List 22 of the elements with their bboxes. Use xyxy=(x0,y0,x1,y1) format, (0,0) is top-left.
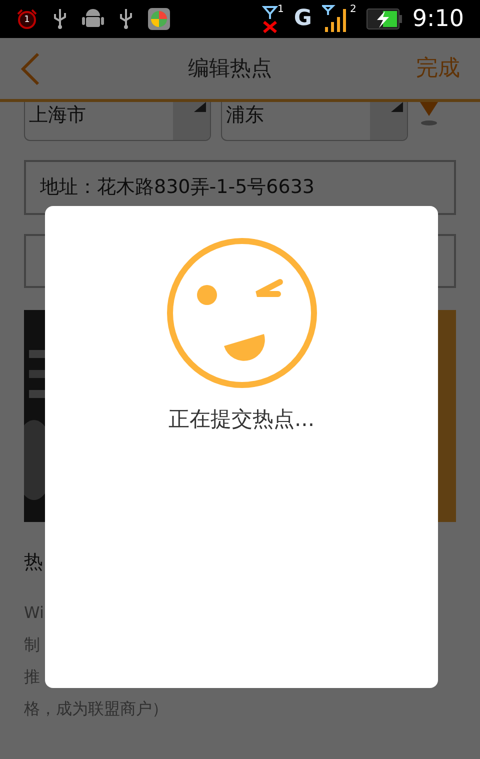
winking-face-icon xyxy=(164,236,318,390)
section-title: 热 xyxy=(24,550,44,575)
dropdown-arrow-icon xyxy=(194,102,206,112)
dropdown-arrow-icon xyxy=(391,102,403,112)
sim-label: 2 xyxy=(350,5,356,15)
sim-label: 1 xyxy=(278,5,284,15)
page-title: 编辑热点 xyxy=(187,54,273,82)
back-icon xyxy=(20,52,40,86)
usb-icon xyxy=(118,8,134,30)
no-signal-icon xyxy=(262,5,278,33)
city-dropdown[interactable]: 上海市 xyxy=(24,102,211,141)
network-type: G xyxy=(294,8,312,30)
loading-message: 正在提交热点... xyxy=(168,406,315,433)
location-pin-icon[interactable] xyxy=(418,102,440,126)
app-icon xyxy=(148,8,170,30)
alarm-clock-icon xyxy=(16,8,38,30)
clock: 9:10 xyxy=(412,8,464,30)
done-button[interactable]: 完成 xyxy=(416,52,460,85)
district-dropdown[interactable]: 浦东 xyxy=(221,102,408,141)
battery-charging-icon xyxy=(366,8,402,30)
usb-icon xyxy=(52,8,68,30)
alarm-count: 1 xyxy=(24,16,30,24)
